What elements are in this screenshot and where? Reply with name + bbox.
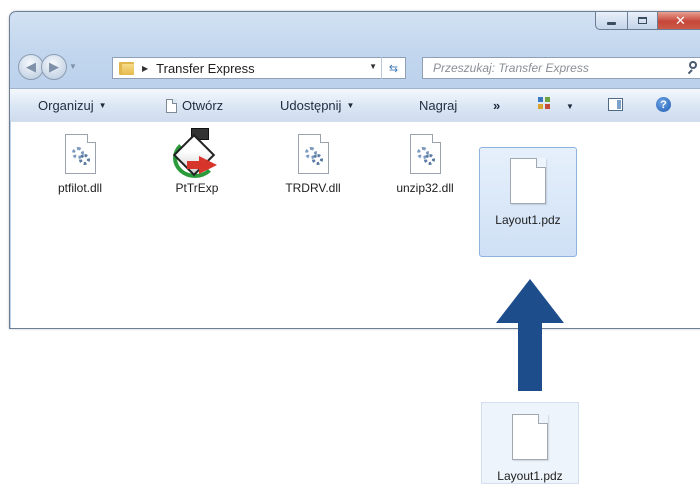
open-button[interactable]: Otwórz: [166, 98, 223, 113]
recent-pages-dropdown[interactable]: ▼: [69, 62, 77, 71]
file-item[interactable]: ptfilot.dll: [41, 134, 119, 197]
back-arrow-icon: ◀: [26, 59, 36, 74]
breadcrumb-item[interactable]: Transfer Express: [156, 61, 255, 76]
preview-pane-icon[interactable]: [608, 98, 623, 111]
file-name: Layout1.pdz: [495, 213, 561, 227]
organize-label: Organizuj: [38, 98, 94, 113]
dll-gear-icon: [64, 134, 96, 174]
refresh-icon: ⇆: [388, 62, 399, 75]
close-button[interactable]: ✕: [658, 12, 700, 30]
address-dropdown-icon[interactable]: ▼: [369, 62, 377, 71]
search-icon[interactable]: [687, 61, 697, 75]
search-input[interactable]: [431, 60, 675, 76]
explorer-window: ✕ ◀ ▶ ▼ ▶ Transfer Express ▼ ⇆ Organizuj…: [9, 11, 700, 329]
file-item[interactable]: PtTrExp: [158, 128, 236, 197]
minimize-button[interactable]: [595, 12, 628, 30]
share-label: Udostępnij: [280, 98, 342, 113]
minimize-icon: [607, 22, 616, 25]
folder-icon: [119, 61, 134, 75]
burn-label: Nagraj: [419, 98, 458, 113]
chevron-down-icon: ▼: [566, 102, 574, 111]
dll-gear-icon: [297, 134, 329, 174]
breadcrumb-chevron-icon[interactable]: ▶: [142, 64, 148, 73]
file-name: unzip32.dll: [396, 181, 454, 195]
up-arrow-icon: [496, 279, 564, 391]
file-name: TRDRV.dll: [285, 181, 341, 195]
search-box[interactable]: [422, 57, 700, 79]
document-icon: [166, 99, 177, 113]
maximize-icon: [638, 17, 647, 24]
window-controls: ✕: [595, 12, 700, 32]
file-item-selected[interactable]: Layout1.pdz: [479, 147, 577, 257]
transfer-express-app-icon: [171, 128, 223, 180]
help-icon[interactable]: ?: [656, 97, 671, 112]
burn-button[interactable]: Nagraj: [419, 98, 457, 113]
chevron-down-icon: ▼: [346, 101, 355, 110]
command-bar: Organizuj ▼ Otwórz Udostępnij ▼ Nagraj » ▼…: [10, 88, 700, 121]
file-list: ptfilot.dll PtTrExp TRDRV.dll unzip32.dl…: [11, 121, 700, 328]
view-options-dropdown[interactable]: ▼: [566, 99, 574, 114]
share-menu[interactable]: Udostępnij ▼: [280, 98, 354, 113]
dll-gear-icon: [409, 134, 441, 174]
maximize-button[interactable]: [628, 12, 658, 30]
close-icon: ✕: [675, 12, 686, 28]
navigation-bar: ◀ ▶ ▼ ▶ Transfer Express ▼ ⇆: [10, 50, 700, 84]
change-view-icon[interactable]: [538, 97, 552, 111]
refresh-button[interactable]: ⇆: [381, 57, 405, 79]
file-name: ptfilot.dll: [57, 181, 103, 195]
file-item[interactable]: TRDRV.dll: [274, 134, 352, 197]
file-item[interactable]: unzip32.dll: [386, 134, 464, 197]
more-commands-button[interactable]: »: [493, 98, 500, 113]
forward-arrow-icon: ▶: [49, 59, 59, 74]
forward-button[interactable]: ▶: [41, 54, 67, 80]
blank-document-icon: [512, 414, 548, 460]
blank-document-icon: [510, 158, 546, 204]
chevron-down-icon: ▼: [98, 101, 107, 110]
file-name: PtTrExp: [175, 181, 219, 195]
address-bar[interactable]: ▶ Transfer Express ▼ ⇆: [112, 57, 406, 79]
more-commands-icon: »: [493, 98, 501, 113]
dragged-file[interactable]: Layout1.pdz: [481, 402, 579, 484]
organize-menu[interactable]: Organizuj ▼: [38, 98, 107, 113]
open-label: Otwórz: [182, 98, 224, 113]
file-name: Layout1.pdz: [497, 469, 563, 483]
